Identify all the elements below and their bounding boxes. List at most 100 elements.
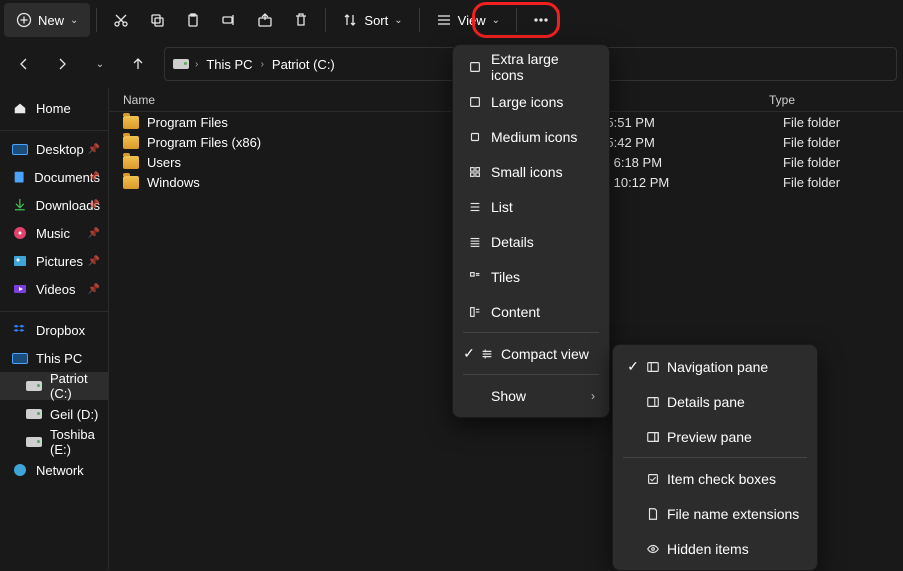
cut-button[interactable]	[103, 3, 139, 37]
nav-home[interactable]: Home	[0, 94, 108, 122]
paste-icon	[185, 12, 201, 28]
view-show[interactable]: Show ›	[457, 378, 605, 413]
nav-drive-c[interactable]: Patriot (C:)	[0, 372, 108, 400]
layout-icon	[467, 165, 483, 179]
more-button[interactable]	[523, 3, 559, 37]
view-option[interactable]: Small icons	[457, 154, 605, 189]
sort-button[interactable]: Sort ⌄	[332, 3, 412, 37]
separator	[325, 8, 326, 32]
pin-icon: 📌	[88, 228, 100, 239]
pin-icon: 📌	[88, 200, 100, 211]
view-option[interactable]: Large icons	[457, 84, 605, 119]
share-icon	[257, 12, 273, 28]
view-option[interactable]: Tiles	[457, 259, 605, 294]
nav-documents[interactable]: Documents📌	[0, 163, 108, 191]
menu-separator	[463, 374, 599, 375]
new-label: New	[38, 13, 64, 28]
show-file-extensions[interactable]: File name extensions	[617, 496, 813, 531]
show-navigation-pane[interactable]: ✓ Navigation pane	[617, 349, 813, 384]
paste-button[interactable]	[175, 3, 211, 37]
recent-button[interactable]: ⌄	[82, 48, 118, 80]
videos-icon	[12, 281, 28, 297]
view-icon	[436, 12, 452, 28]
view-option[interactable]: Details	[457, 224, 605, 259]
layout-icon	[467, 60, 483, 74]
sort-label: Sort	[364, 13, 388, 28]
view-button[interactable]: View ⌄	[426, 3, 510, 37]
view-option[interactable]: Extra large icons	[457, 49, 605, 84]
view-option[interactable]: Medium icons	[457, 119, 605, 154]
copy-icon	[149, 12, 165, 28]
pin-icon: 📌	[88, 172, 100, 183]
checkbox-icon	[645, 472, 661, 486]
nav-quick-access: Desktop📌 Documents📌 Downloads📌 Music📌 Pi…	[0, 131, 108, 312]
layout-icon	[467, 305, 483, 319]
separator	[516, 8, 517, 32]
pictures-icon	[12, 253, 28, 269]
nav-pictures[interactable]: Pictures📌	[0, 247, 108, 275]
share-button[interactable]	[247, 3, 283, 37]
nav-videos[interactable]: Videos📌	[0, 275, 108, 303]
home-icon	[12, 100, 28, 116]
chevron-down-icon: ⌄	[492, 15, 500, 26]
music-icon	[12, 225, 28, 241]
nav-desktop[interactable]: Desktop📌	[0, 135, 108, 163]
copy-button[interactable]	[139, 3, 175, 37]
show-hidden-items[interactable]: Hidden items	[617, 531, 813, 566]
nav-dropbox[interactable]: Dropbox	[0, 316, 108, 344]
layout-icon	[467, 130, 483, 144]
view-option[interactable]: Content	[457, 294, 605, 329]
view-compact[interactable]: ✓ Compact view	[457, 336, 605, 371]
drive-icon	[26, 406, 42, 422]
nav-music[interactable]: Music📌	[0, 219, 108, 247]
show-submenu: ✓ Navigation pane Details pane Preview p…	[612, 344, 818, 571]
column-type[interactable]: Type	[769, 93, 889, 107]
trash-icon	[293, 12, 309, 28]
dropbox-icon	[12, 322, 28, 338]
sort-icon	[342, 12, 358, 28]
view-option[interactable]: List	[457, 189, 605, 224]
up-button[interactable]	[120, 48, 156, 80]
check-icon: ✓	[461, 345, 477, 362]
show-preview-pane[interactable]: Preview pane	[617, 419, 813, 454]
view-menu: Extra large iconsLarge iconsMedium icons…	[452, 44, 610, 418]
network-icon	[12, 462, 28, 478]
rename-button[interactable]	[211, 3, 247, 37]
forward-button[interactable]	[44, 48, 80, 80]
breadcrumb-item[interactable]: Patriot (C:)	[270, 57, 337, 72]
layout-icon	[467, 235, 483, 249]
nav-drive-d[interactable]: Geil (D:)	[0, 400, 108, 428]
show-details-pane[interactable]: Details pane	[617, 384, 813, 419]
layout-icon	[467, 270, 483, 284]
show-item-checkboxes[interactable]: Item check boxes	[617, 461, 813, 496]
ellipsis-icon	[533, 12, 549, 28]
new-button[interactable]: New ⌄	[4, 3, 90, 37]
chevron-right-icon: ›	[591, 389, 595, 403]
nav-this-pc[interactable]: This PC	[0, 344, 108, 372]
nav-pane-icon	[645, 360, 661, 374]
menu-separator	[623, 457, 807, 458]
nav-downloads[interactable]: Downloads📌	[0, 191, 108, 219]
scissors-icon	[113, 12, 129, 28]
chevron-down-icon: ⌄	[394, 15, 402, 26]
drive-icon	[173, 56, 189, 72]
breadcrumb-item[interactable]: This PC	[204, 57, 254, 72]
nav-drive-e[interactable]: Toshiba (E:)	[0, 428, 108, 456]
drive-icon	[26, 378, 42, 394]
separator	[96, 8, 97, 32]
file-icon	[645, 507, 661, 521]
nav-network[interactable]: Network	[0, 456, 108, 484]
downloads-icon	[12, 197, 28, 213]
folder-icon	[123, 176, 139, 189]
plus-icon	[16, 12, 32, 28]
toolbar: New ⌄ Sort ⌄ View ⌄	[0, 0, 903, 40]
pin-icon: 📌	[88, 144, 100, 155]
chevron-down-icon: ⌄	[70, 15, 78, 26]
rename-icon	[221, 12, 237, 28]
details-pane-icon	[645, 395, 661, 409]
back-button[interactable]	[6, 48, 42, 80]
check-icon: ✓	[625, 358, 641, 375]
delete-button[interactable]	[283, 3, 319, 37]
monitor-icon	[12, 350, 28, 366]
layout-icon	[467, 200, 483, 214]
